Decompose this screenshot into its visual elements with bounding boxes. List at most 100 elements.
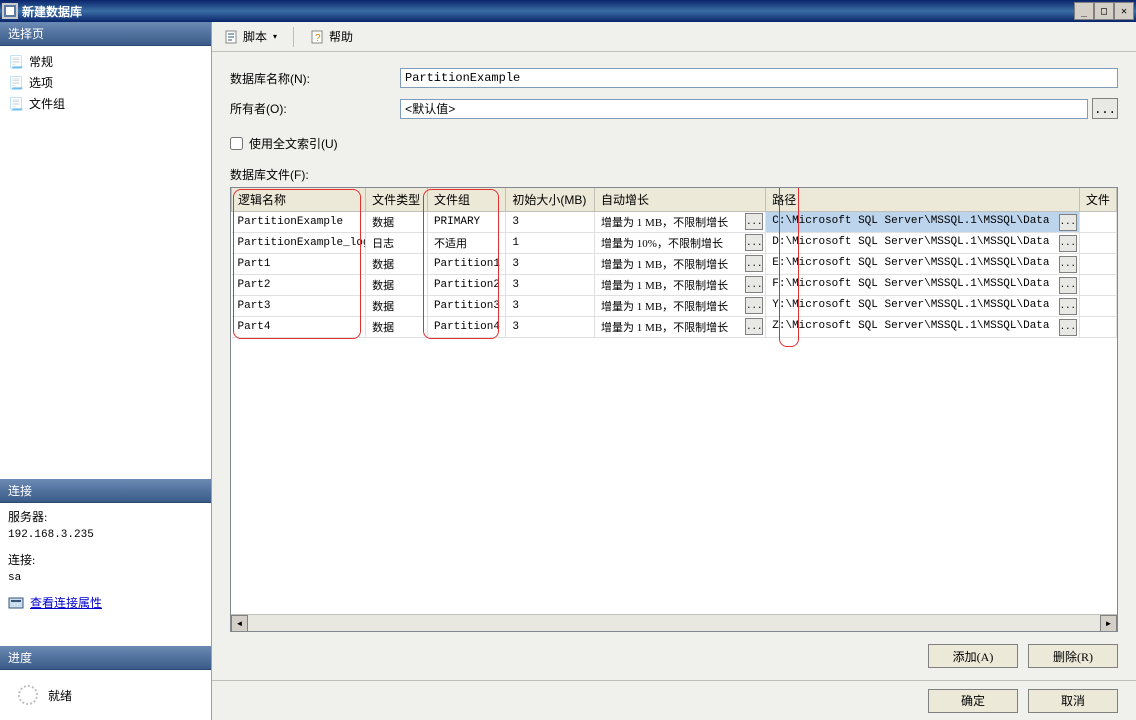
dialog-footer: 确定 取消	[212, 680, 1136, 720]
cell-group[interactable]: PRIMARY	[427, 212, 505, 233]
col-filegroup[interactable]: 文件组	[427, 188, 505, 212]
table-row[interactable]: Part4数据Partition43增量为 1 MB，不限制增长...Z:\Mi…	[232, 317, 1117, 338]
scroll-left-arrow[interactable]: ◄	[231, 615, 248, 632]
col-path[interactable]: 路径	[766, 188, 1080, 212]
owner-browse-button[interactable]: ...	[1092, 98, 1118, 119]
cell-group[interactable]: Partition3	[427, 296, 505, 317]
cell-browse-button[interactable]: ...	[1059, 256, 1077, 273]
fulltext-checkbox[interactable]	[230, 137, 243, 150]
cell-growth[interactable]: 增量为 1 MB，不限制增长...	[595, 254, 766, 275]
cell-browse-button[interactable]: ...	[745, 213, 763, 230]
progress-header: 进度	[0, 646, 211, 670]
cell-filename[interactable]	[1079, 296, 1116, 317]
cell-size[interactable]: 3	[506, 296, 595, 317]
cell-filename[interactable]	[1079, 254, 1116, 275]
cell-type[interactable]: 日志	[366, 233, 428, 254]
nav-label: 常规	[29, 53, 53, 70]
script-icon	[224, 29, 240, 45]
cell-browse-button[interactable]: ...	[1059, 277, 1077, 294]
cell-size[interactable]: 3	[506, 254, 595, 275]
cell-browse-button[interactable]: ...	[745, 318, 763, 335]
cell-size[interactable]: 3	[506, 212, 595, 233]
cell-growth[interactable]: 增量为 10%，不限制增长...	[595, 233, 766, 254]
cell-growth[interactable]: 增量为 1 MB，不限制增长...	[595, 212, 766, 233]
db-name-input[interactable]	[400, 68, 1118, 88]
cell-group[interactable]: Partition1	[427, 254, 505, 275]
cell-group[interactable]: Partition4	[427, 317, 505, 338]
cell-name[interactable]: Part4	[232, 317, 366, 338]
col-filename[interactable]: 文件	[1079, 188, 1116, 212]
cell-type[interactable]: 数据	[366, 212, 428, 233]
cell-type[interactable]: 数据	[366, 317, 428, 338]
nav-item-filegroups[interactable]: 📃 文件组	[8, 93, 203, 114]
cell-browse-button[interactable]: ...	[1059, 214, 1077, 231]
col-autogrowth[interactable]: 自动增长	[595, 188, 766, 212]
help-button[interactable]: ? 帮助	[306, 26, 357, 47]
ok-button[interactable]: 确定	[928, 689, 1018, 713]
cell-growth[interactable]: 增量为 1 MB，不限制增长...	[595, 296, 766, 317]
cancel-button[interactable]: 取消	[1028, 689, 1118, 713]
cell-path[interactable]: Z:\Microsoft SQL Server\MSSQL.1\MSSQL\Da…	[766, 317, 1080, 338]
owner-input[interactable]	[400, 99, 1088, 119]
cell-growth[interactable]: 增量为 1 MB，不限制增长...	[595, 317, 766, 338]
cell-filename[interactable]	[1079, 317, 1116, 338]
page-icon: 📃	[8, 96, 24, 112]
cell-type[interactable]: 数据	[366, 296, 428, 317]
app-icon	[2, 3, 18, 19]
cell-group[interactable]: Partition2	[427, 275, 505, 296]
cell-name[interactable]: Part3	[232, 296, 366, 317]
cell-name[interactable]: Part2	[232, 275, 366, 296]
cell-type[interactable]: 数据	[366, 275, 428, 296]
horizontal-scrollbar[interactable]: ◄ ►	[231, 614, 1117, 631]
nav-item-options[interactable]: 📃 选项	[8, 72, 203, 93]
conn-value: sa	[8, 572, 203, 584]
cell-name[interactable]: PartitionExample_log	[232, 233, 366, 254]
cell-path[interactable]: D:\Microsoft SQL Server\MSSQL.1\MSSQL\Da…	[766, 233, 1080, 254]
col-file-type[interactable]: 文件类型	[366, 188, 428, 212]
cell-size[interactable]: 3	[506, 275, 595, 296]
script-button[interactable]: 脚本 ▾	[220, 26, 281, 47]
page-icon: 📃	[8, 54, 24, 70]
toolbar: 脚本 ▾ ? 帮助	[212, 22, 1136, 52]
cell-group[interactable]: 不适用	[427, 233, 505, 254]
view-connection-properties-link[interactable]: 查看连接属性	[30, 594, 102, 611]
table-row[interactable]: Part2数据Partition23增量为 1 MB，不限制增长...F:\Mi…	[232, 275, 1117, 296]
cell-browse-button[interactable]: ...	[1059, 298, 1077, 315]
cell-browse-button[interactable]: ...	[1059, 319, 1077, 336]
script-label: 脚本	[243, 28, 267, 45]
table-row[interactable]: PartitionExample_log日志不适用1增量为 10%，不限制增长.…	[232, 233, 1117, 254]
scroll-right-arrow[interactable]: ►	[1100, 615, 1117, 632]
col-logical-name[interactable]: 逻辑名称	[232, 188, 366, 212]
cell-filename[interactable]	[1079, 275, 1116, 296]
table-row[interactable]: PartitionExample数据PRIMARY3增量为 1 MB，不限制增长…	[232, 212, 1117, 233]
dropdown-arrow-icon: ▾	[273, 32, 277, 41]
cell-browse-button[interactable]: ...	[745, 234, 763, 251]
toolbar-separator	[293, 27, 294, 47]
add-button[interactable]: 添加(A)	[928, 644, 1018, 668]
cell-path[interactable]: E:\Microsoft SQL Server\MSSQL.1\MSSQL\Da…	[766, 254, 1080, 275]
cell-name[interactable]: PartitionExample	[232, 212, 366, 233]
cell-growth[interactable]: 增量为 1 MB，不限制增长...	[595, 275, 766, 296]
cell-browse-button[interactable]: ...	[1059, 235, 1077, 252]
cell-filename[interactable]	[1079, 212, 1116, 233]
cell-browse-button[interactable]: ...	[745, 276, 763, 293]
cell-path[interactable]: F:\Microsoft SQL Server\MSSQL.1\MSSQL\Da…	[766, 275, 1080, 296]
cell-path[interactable]: Y:\Microsoft SQL Server\MSSQL.1\MSSQL\Da…	[766, 296, 1080, 317]
cell-browse-button[interactable]: ...	[745, 297, 763, 314]
maximize-button[interactable]: □	[1094, 2, 1114, 20]
cell-path[interactable]: C:\Microsoft SQL Server\MSSQL.1\MSSQL\Da…	[766, 212, 1080, 233]
remove-button[interactable]: 删除(R)	[1028, 644, 1118, 668]
close-button[interactable]: ✕	[1114, 2, 1134, 20]
cell-size[interactable]: 3	[506, 317, 595, 338]
table-row[interactable]: Part3数据Partition33增量为 1 MB，不限制增长...Y:\Mi…	[232, 296, 1117, 317]
scroll-track[interactable]	[248, 615, 1100, 631]
cell-name[interactable]: Part1	[232, 254, 366, 275]
nav-item-general[interactable]: 📃 常规	[8, 51, 203, 72]
col-initial-size[interactable]: 初始大小(MB)	[506, 188, 595, 212]
cell-browse-button[interactable]: ...	[745, 255, 763, 272]
cell-size[interactable]: 1	[506, 233, 595, 254]
table-row[interactable]: Part1数据Partition13增量为 1 MB，不限制增长...E:\Mi…	[232, 254, 1117, 275]
cell-filename[interactable]	[1079, 233, 1116, 254]
minimize-button[interactable]: _	[1074, 2, 1094, 20]
cell-type[interactable]: 数据	[366, 254, 428, 275]
